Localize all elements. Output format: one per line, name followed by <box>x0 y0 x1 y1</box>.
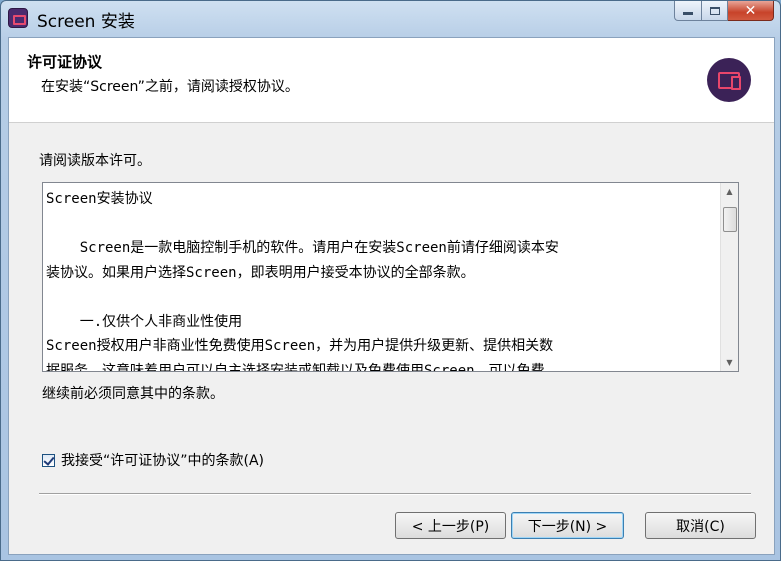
accept-checkbox-row[interactable]: 我接受“许可证协议”中的条款(A) <box>42 450 264 470</box>
license-prompt: 请阅读版本许可。 <box>39 153 151 169</box>
license-line: Screen是一款电脑控制手机的软件。请用户在安装Screen前请仔细阅读本安 <box>46 240 559 256</box>
license-line: Screen授权用户非商业性免费使用Screen，并为用户提供升级更新、提供相关… <box>46 338 554 354</box>
license-line: Screen安装协议 <box>46 191 153 207</box>
divider <box>39 493 751 495</box>
accept-label[interactable]: 我接受“许可证协议”中的条款(A) <box>61 450 264 470</box>
license-line: 一.仅供个人非商业性使用 <box>46 313 243 330</box>
back-button[interactable]: < 上一步(P) <box>395 512 506 539</box>
screen-logo-icon <box>707 58 751 102</box>
minimize-button[interactable] <box>674 1 702 21</box>
vertical-scrollbar[interactable]: ▲ ▼ <box>720 183 738 371</box>
minimize-icon <box>683 12 693 15</box>
client-area: 许可证协议 在安装“Screen”之前，请阅读授权协议。 请阅读版本许可。 Sc… <box>8 37 775 555</box>
maximize-button[interactable] <box>702 1 728 21</box>
continue-notice: 继续前必须同意其中的条款。 <box>42 386 224 402</box>
accept-checkbox[interactable] <box>42 453 55 467</box>
maximize-icon <box>709 6 720 15</box>
license-text: Screen安装协议 Screen是一款电脑控制手机的软件。请用户在安装Scre… <box>46 187 716 372</box>
cancel-button[interactable]: 取消(C) <box>645 512 756 539</box>
close-button[interactable]: ✕ <box>728 1 774 21</box>
page-subtitle: 在安装“Screen”之前，请阅读授权协议。 <box>41 79 299 95</box>
page-title: 许可证协议 <box>27 53 103 71</box>
wizard-header: 许可证协议 在安装“Screen”之前，请阅读授权协议。 <box>9 38 774 123</box>
license-line: 装协议。如果用户选择Screen，即表明用户接受本协议的全部条款。 <box>46 264 475 281</box>
window-title: Screen 安装 <box>37 12 135 32</box>
installer-window: Screen 安装 ✕ 许可证协议 在安装“Screen”之前，请阅读授权协议。… <box>0 0 781 561</box>
license-line: 据服务。这意味着用户可以自主选择安装或卸载以及免费使用Screen，可以免费 <box>46 362 545 372</box>
scroll-up-icon[interactable]: ▲ <box>721 183 738 200</box>
license-textbox[interactable]: Screen安装协议 Screen是一款电脑控制手机的软件。请用户在安装Scre… <box>42 182 739 372</box>
scroll-down-icon[interactable]: ▼ <box>721 354 738 371</box>
close-icon: ✕ <box>744 2 757 19</box>
next-button[interactable]: 下一步(N) > <box>511 512 624 539</box>
screen-app-icon <box>8 8 28 28</box>
caption-buttons: ✕ <box>674 1 774 21</box>
title-bar[interactable]: Screen 安装 ✕ <box>1 1 780 37</box>
scroll-thumb[interactable] <box>723 207 737 232</box>
